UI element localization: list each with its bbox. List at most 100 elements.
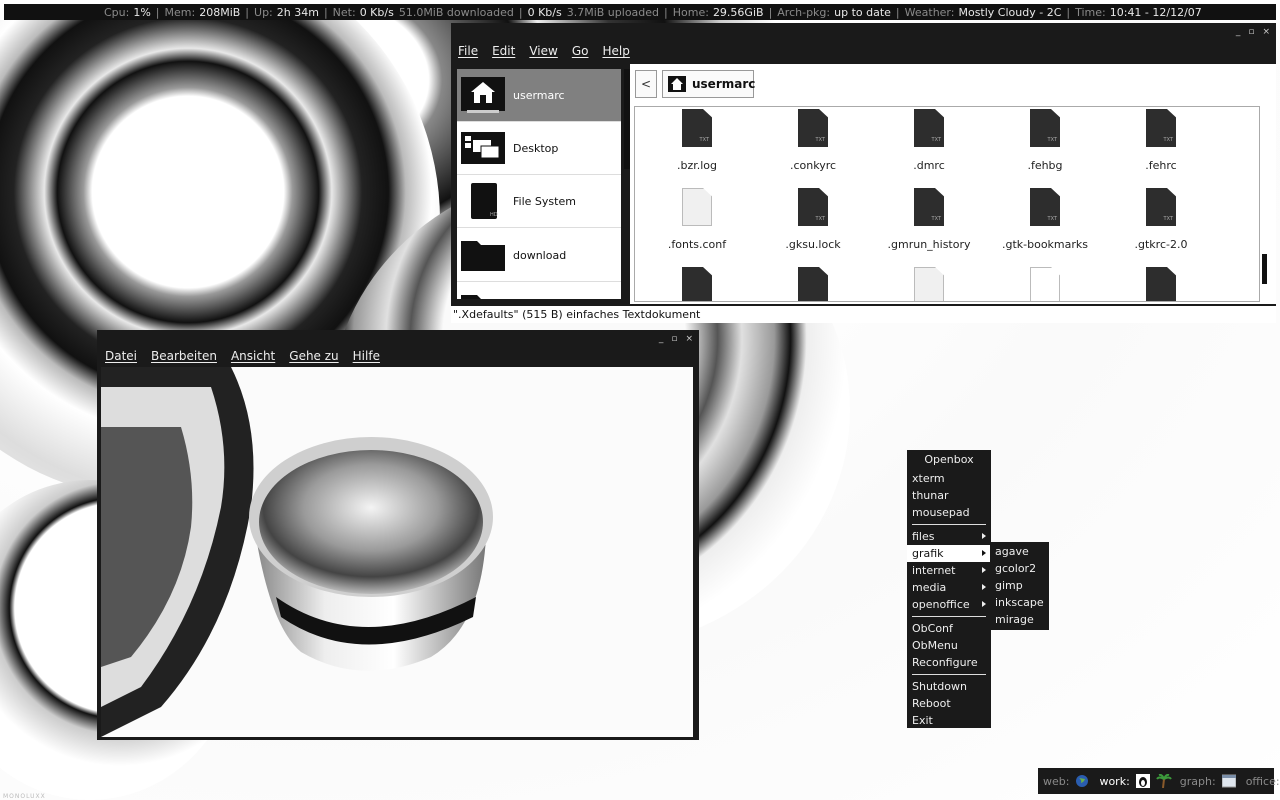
window-thumbnail-icon xyxy=(1221,774,1237,788)
menu-item-obconf[interactable]: ObConf xyxy=(907,620,991,637)
menu-item-mousepad[interactable]: mousepad xyxy=(907,504,991,521)
path-label: usermarc xyxy=(692,77,756,91)
menu-item-mirage[interactable]: mirage xyxy=(990,611,1049,628)
file-item[interactable] xyxy=(755,267,871,301)
shortcut-download[interactable]: download xyxy=(457,229,621,282)
menu-ansicht[interactable]: Ansicht xyxy=(231,349,275,363)
harddisk-icon: HD xyxy=(461,183,505,219)
submenu-grafik[interactable]: grafik xyxy=(907,545,991,562)
file-item[interactable] xyxy=(639,267,755,301)
file-name: .gksu.lock xyxy=(785,238,841,251)
file-item[interactable]: TXT .fehbg xyxy=(987,109,1103,172)
cpu-label: Cpu: xyxy=(104,5,130,19)
separator: | xyxy=(895,5,900,19)
menu-gehe-zu[interactable]: Gehe zu xyxy=(289,349,338,363)
file-item[interactable]: TXT .gtk-bookmarks xyxy=(987,188,1103,251)
menu-datei[interactable]: Datei xyxy=(105,349,137,363)
scrollbar-thumb[interactable] xyxy=(1262,254,1267,284)
file-item[interactable] xyxy=(987,267,1103,301)
menu-item-gimp[interactable]: gimp xyxy=(990,577,1049,594)
file-item[interactable]: TXT .gksu.lock xyxy=(755,188,871,251)
submenu-arrow-icon xyxy=(982,550,986,556)
file-item[interactable]: .fonts.conf xyxy=(639,188,755,251)
minimize-button[interactable]: _ xyxy=(659,334,664,344)
file-item[interactable]: TXT .dmrc xyxy=(871,109,987,172)
bowl-photo xyxy=(101,367,693,737)
submenu-arrow-icon xyxy=(982,601,986,607)
file-badge: TXT xyxy=(815,216,825,222)
separator: | xyxy=(1066,5,1071,19)
menu-title: Openbox xyxy=(924,453,974,466)
menu-item-reconfigure[interactable]: Reconfigure xyxy=(907,654,991,671)
text-file-icon: TXT xyxy=(914,188,944,226)
menu-item-gcolor2[interactable]: gcolor2 xyxy=(990,560,1049,577)
submenu-files[interactable]: files xyxy=(907,528,991,545)
submenu-arrow-icon xyxy=(982,584,986,590)
file-badge: TXT xyxy=(1163,216,1173,222)
workspace-work[interactable]: work: xyxy=(1099,775,1129,788)
submenu-openoffice[interactable]: openoffice xyxy=(907,596,991,613)
time-label: Time: xyxy=(1075,5,1106,19)
file-item[interactable]: TXT .bzr.log xyxy=(639,109,755,172)
close-button[interactable]: × xyxy=(685,334,693,344)
menu-item-agave[interactable]: agave xyxy=(990,543,1049,560)
file-item[interactable]: TXT .conkyrc xyxy=(755,109,871,172)
shortcut-label: usermarc xyxy=(513,88,565,102)
menu-view[interactable]: View xyxy=(529,44,557,58)
menu-item-xterm[interactable]: xterm xyxy=(907,470,991,487)
workspace-office[interactable]: office: xyxy=(1246,775,1280,788)
file-manager-menubar: File Edit View Go Help xyxy=(458,44,630,58)
back-button[interactable]: < xyxy=(635,70,657,98)
downloaded-total: 51.0MiB downloaded xyxy=(398,5,514,19)
menu-item-obmenu[interactable]: ObMenu xyxy=(907,637,991,654)
submenu-media[interactable]: media xyxy=(907,579,991,596)
menu-item-thunar[interactable]: thunar xyxy=(907,487,991,504)
shortcut-label: download xyxy=(513,248,567,262)
file-name: .fehrc xyxy=(1145,159,1177,172)
menu-edit[interactable]: Edit xyxy=(492,44,515,58)
image-viewer-window: _ ▫ × Datei Bearbeiten Ansicht Gehe zu H… xyxy=(97,330,699,740)
menu-item-exit[interactable]: Exit xyxy=(907,712,991,729)
file-manager-window: _ ▫ × File Edit View Go Help usermarc De… xyxy=(451,23,1276,323)
shortcut-usermarc[interactable]: usermarc xyxy=(457,69,621,122)
shortcut-file-system[interactable]: HD File System xyxy=(457,175,621,228)
palm-tree-icon xyxy=(1155,773,1172,789)
shortcut-partial[interactable] xyxy=(457,283,621,299)
menu-item-reboot[interactable]: Reboot xyxy=(907,695,991,712)
file-item[interactable] xyxy=(871,267,987,301)
text-file-icon: TXT xyxy=(798,188,828,226)
submenu-internet[interactable]: internet xyxy=(907,562,991,579)
menu-bearbeiten[interactable]: Bearbeiten xyxy=(151,349,217,363)
path-button-usermarc[interactable]: usermarc xyxy=(662,70,756,98)
menu-file[interactable]: File xyxy=(458,44,478,58)
file-name: .conkyrc xyxy=(789,159,837,172)
maximize-button[interactable]: ▫ xyxy=(1248,27,1254,37)
file-item[interactable] xyxy=(1103,267,1219,301)
text-file-icon xyxy=(682,267,712,301)
file-name: .gmrun_history xyxy=(887,238,971,251)
text-file-icon xyxy=(798,267,828,301)
file-item[interactable]: TXT .fehrc xyxy=(1103,109,1219,172)
shortcut-desktop[interactable]: Desktop xyxy=(457,122,621,175)
menu-help[interactable]: Help xyxy=(602,44,629,58)
workspace-graph[interactable]: graph: xyxy=(1180,775,1216,788)
file-badge: TXT xyxy=(699,137,709,143)
close-button[interactable]: × xyxy=(1262,27,1270,37)
menu-item-inkscape[interactable]: inkscape xyxy=(990,594,1049,611)
menu-hilfe[interactable]: Hilfe xyxy=(353,349,380,363)
shortcut-label: File System xyxy=(513,194,576,208)
menu-go[interactable]: Go xyxy=(572,44,589,58)
file-item[interactable]: TXT .gtkrc-2.0 xyxy=(1103,188,1219,251)
weather-value: Mostly Cloudy - 2C xyxy=(958,5,1062,19)
text-file-icon xyxy=(1146,267,1176,301)
arch-pkg-label: Arch-pkg: xyxy=(777,5,831,19)
workspace-web[interactable]: web: xyxy=(1043,775,1069,788)
file-item[interactable]: TXT .gmrun_history xyxy=(871,188,987,251)
maximize-button[interactable]: ▫ xyxy=(671,334,677,344)
image-canvas xyxy=(101,367,693,737)
file-name: .bzr.log xyxy=(676,159,718,172)
workspace-pager: web: work: graph: office: xyxy=(1038,768,1280,794)
menu-item-shutdown[interactable]: Shutdown xyxy=(907,678,991,695)
minimize-button[interactable]: _ xyxy=(1236,27,1241,37)
file-scrollbar[interactable] xyxy=(1260,124,1270,304)
